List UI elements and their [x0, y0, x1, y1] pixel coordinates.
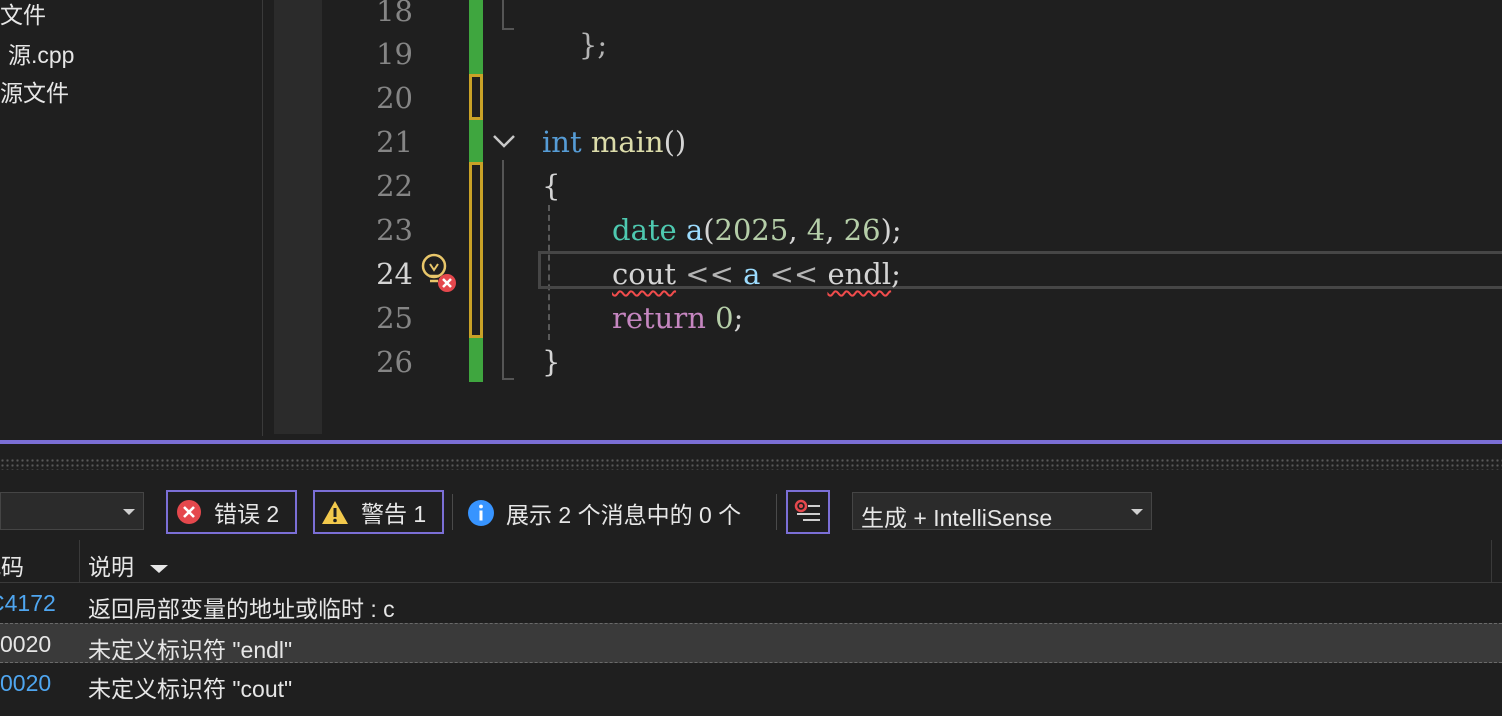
error-list-header: 代码 说明: [0, 540, 1502, 583]
token-punctuation: };: [578, 28, 608, 62]
column-header-code[interactable]: 代码: [0, 548, 24, 582]
errors-count-label: 错误 2: [214, 501, 280, 527]
token-type: date: [612, 213, 677, 247]
code-line-22: {: [542, 169, 560, 203]
panel-divider[interactable]: [0, 440, 1502, 444]
solution-explorer: 文件 源.cpp 源文件: [0, 0, 263, 436]
token-undefined-identifier[interactable]: cout: [612, 257, 676, 291]
token-undefined-identifier[interactable]: endl: [827, 257, 891, 291]
token-punctuation: ;: [891, 257, 901, 291]
token-function: main: [590, 125, 664, 159]
change-marker-saved: [469, 0, 483, 74]
line-number: 19: [376, 37, 413, 71]
token-keyword: int: [542, 125, 582, 159]
token-punctuation: {: [542, 169, 561, 203]
token-punctuation: ,: [788, 213, 807, 247]
tree-item-source-cpp[interactable]: 源.cpp: [8, 36, 74, 70]
line-number: 26: [376, 345, 413, 379]
line-number: 18: [376, 0, 413, 28]
token-variable: a: [743, 257, 761, 291]
change-marker-unsaved: [469, 74, 483, 120]
scope-bracket: [502, 0, 504, 28]
column-divider[interactable]: [79, 540, 80, 582]
code-line-18: };: [542, 0, 607, 96]
column-divider[interactable]: [1491, 540, 1492, 582]
line-number-active: 24: [376, 257, 413, 291]
line-number: 25: [376, 301, 413, 335]
change-marker-unsaved: [469, 162, 483, 338]
tree-item-label: 文件: [0, 2, 46, 28]
error-code: 0020: [0, 670, 52, 696]
sort-descending-icon: [150, 564, 169, 573]
tree-item-label: 源.cpp: [8, 42, 75, 68]
scope-bracket-end: [502, 378, 514, 380]
column-header-description[interactable]: 说明: [88, 548, 169, 582]
line-number: 23: [376, 213, 413, 247]
chevron-down-icon: [1131, 509, 1143, 515]
scope-bracket: [502, 160, 504, 378]
tree-item-folder[interactable]: 文件: [0, 0, 46, 30]
token-number: 26: [843, 213, 881, 247]
change-marker-saved: [469, 338, 483, 382]
code-editor[interactable]: 18 19 20 21 22 23 24 25 26 }; int main()…: [323, 0, 1502, 440]
error-list-row-selected[interactable]: 0020 未定义标识符 "endl": [0, 623, 1502, 663]
code-line-26: }: [542, 345, 560, 379]
line-number: 22: [376, 169, 413, 203]
error-code: C4172: [0, 590, 56, 616]
tree-item-label: 源文件: [0, 80, 69, 106]
token-variable: a: [685, 213, 704, 247]
chevron-down-icon: [123, 509, 135, 515]
panel-resize-grip[interactable]: [0, 458, 1502, 470]
error-icon: [177, 500, 201, 524]
toolbar-separator: [452, 494, 453, 530]
errors-filter-button[interactable]: 错误 2: [166, 490, 297, 534]
line-number: 20: [376, 81, 413, 115]
token-number: 4: [806, 213, 826, 247]
error-list-row[interactable]: 0020 未定义标识符 "cout": [0, 663, 1502, 703]
tree-item-source-files[interactable]: 源文件: [0, 74, 69, 108]
error-description: 未定义标识符 "cout": [88, 676, 293, 702]
token-number: 2025: [714, 213, 789, 247]
code-line-25: return 0;: [612, 301, 743, 335]
toolbar-separator: [776, 494, 777, 530]
token-punctuation: ,: [825, 213, 844, 247]
code-line-21: int main(): [542, 125, 686, 159]
fold-chevron-icon[interactable]: [489, 126, 519, 156]
build-source-dropdown[interactable]: 生成 + IntelliSense: [852, 492, 1152, 531]
code-line-24: cout << a << endl;: [612, 257, 901, 291]
filter-toggle-button[interactable]: [786, 490, 830, 534]
messages-count-label: 展示 2 个消息中的 0 个: [506, 502, 742, 528]
build-source-value: 生成 + IntelliSense: [861, 505, 1053, 531]
token-punctuation: );: [880, 213, 902, 247]
vertical-scrollbar[interactable]: [274, 0, 322, 434]
line-number: 21: [376, 125, 413, 159]
change-marker-saved: [469, 120, 483, 162]
info-icon: [468, 500, 494, 526]
token-punctuation: (: [703, 213, 715, 247]
scope-bracket-end: [502, 28, 514, 30]
warning-icon: [322, 501, 348, 524]
error-description: 返回局部变量的地址或临时 : c: [88, 596, 395, 622]
column-header-label: 说明: [88, 554, 134, 580]
token-operator: <<: [676, 257, 744, 291]
error-list-row[interactable]: C4172 返回局部变量的地址或临时 : c: [0, 583, 1502, 623]
token-number: 0: [715, 301, 734, 335]
scope-filter-dropdown[interactable]: [0, 492, 144, 530]
token-punctuation: }: [542, 345, 561, 379]
lightbulb-error-icon[interactable]: [419, 252, 459, 294]
token-punctuation: ;: [733, 301, 744, 335]
filter-list-icon: [794, 499, 820, 521]
token-punctuation: (): [663, 125, 687, 159]
error-description: 未定义标识符 "endl": [88, 637, 293, 663]
column-header-label: 代码: [0, 554, 24, 580]
code-line-23: date a(2025, 4, 26);: [612, 213, 902, 247]
token-keyword: return: [612, 301, 706, 335]
warnings-count-label: 警告 1: [361, 501, 427, 527]
messages-filter-button[interactable]: 展示 2 个消息中的 0 个: [467, 497, 741, 529]
error-code: 0020: [0, 631, 52, 657]
token-operator: <<: [760, 257, 828, 291]
warnings-filter-button[interactable]: 警告 1: [313, 490, 444, 534]
